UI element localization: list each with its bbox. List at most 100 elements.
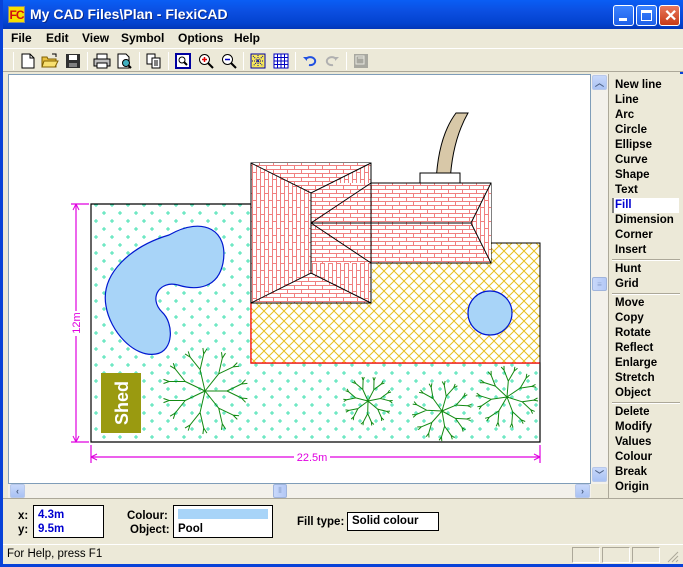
command-delete[interactable]: Delete (614, 405, 681, 420)
command-circle[interactable]: Circle (614, 123, 681, 138)
command-separator (612, 402, 680, 404)
menu-options[interactable]: Options (178, 31, 223, 45)
title-bar[interactable]: FC My CAD Files\Plan - FlexiCAD ✕ (3, 0, 683, 29)
menu-view[interactable]: View (82, 31, 109, 45)
object-value: Pool (178, 523, 203, 535)
undo-icon (303, 56, 317, 67)
scroll-right-button[interactable]: › (575, 484, 590, 498)
command-origin[interactable]: Origin (614, 480, 681, 495)
command-curve[interactable]: Curve (614, 153, 681, 168)
toolbar-separator (13, 52, 14, 70)
vertical-scroll-thumb[interactable]: ≡ (592, 277, 607, 291)
print-button[interactable] (93, 52, 111, 70)
zoom-window-button[interactable] (174, 52, 192, 70)
status-panel (632, 547, 660, 563)
scroll-left-button[interactable]: ‹ (10, 484, 25, 498)
object-box: Pool (173, 505, 273, 538)
fill-type-label: Fill type: (297, 516, 345, 528)
status-help-text: For Help, press F1 (7, 548, 103, 560)
dimension-vertical[interactable]: 12m (71, 203, 89, 443)
command-colour[interactable]: Colour (614, 450, 681, 465)
path-step[interactable] (419, 172, 461, 185)
dimension-horizontal[interactable]: 22.5m (90, 445, 541, 464)
colour-swatch[interactable] (178, 509, 268, 519)
command-fill[interactable]: Fill (612, 198, 679, 213)
fill-type-box[interactable]: Solid colour (347, 512, 439, 531)
app-icon[interactable]: FC (8, 6, 25, 23)
vertical-scrollbar[interactable]: ︿ ≡ ﹀ (591, 74, 608, 484)
save-button[interactable] (64, 52, 82, 70)
command-grid[interactable]: Grid (614, 277, 681, 292)
coordinates-box: 4.3m 9.5m (33, 505, 104, 538)
command-ellipse[interactable]: Ellipse (614, 138, 681, 153)
command-copy[interactable]: Copy (614, 311, 681, 326)
menu-symbol[interactable]: Symbol (121, 31, 164, 45)
redo-button[interactable] (323, 52, 341, 70)
menu-help[interactable]: Help (234, 31, 260, 45)
printer-icon (93, 53, 111, 69)
close-button[interactable]: ✕ (659, 5, 680, 26)
status-panel (602, 547, 630, 563)
minimize-icon (619, 18, 627, 21)
colour-label: Colour: (127, 510, 168, 522)
zoom-out-icon (222, 54, 237, 69)
fill-type-value: Solid colour (352, 515, 419, 527)
zoom-out-button[interactable] (220, 52, 238, 70)
copy-button[interactable] (145, 52, 163, 70)
command-reflect[interactable]: Reflect (614, 341, 681, 356)
command-rotate[interactable]: Rotate (614, 326, 681, 341)
command-values[interactable]: Values (614, 435, 681, 450)
command-new-line[interactable]: New line (614, 78, 681, 93)
command-line[interactable]: Line (614, 93, 681, 108)
toolbar-separator (295, 52, 296, 70)
command-move[interactable]: Move (614, 296, 681, 311)
print-preview-icon (117, 53, 132, 69)
command-object[interactable]: Object (614, 386, 681, 401)
command-enlarge[interactable]: Enlarge (614, 356, 681, 371)
command-insert[interactable]: Insert (614, 243, 681, 258)
scroll-down-button[interactable]: ﹀ (592, 467, 607, 482)
open-button[interactable] (41, 52, 59, 70)
command-stretch[interactable]: Stretch (614, 371, 681, 386)
x-label: x: (18, 510, 29, 522)
resize-grip-icon[interactable] (667, 551, 679, 563)
copy-icon (146, 53, 161, 69)
close-icon: ✕ (664, 8, 678, 25)
zoom-in-button[interactable] (197, 52, 215, 70)
command-dimension[interactable]: Dimension (614, 213, 681, 228)
command-hunt[interactable]: Hunt (614, 262, 681, 277)
save-icon (66, 54, 80, 68)
zoom-in-icon (199, 54, 214, 69)
command-text[interactable]: Text (614, 183, 681, 198)
layers-icon (354, 54, 368, 68)
print-preview-button[interactable] (116, 52, 134, 70)
command-break[interactable]: Break (614, 465, 681, 480)
command-panel: New line Line Arc Circle Ellipse Curve Shape Te… (608, 74, 683, 498)
layers-button[interactable] (352, 52, 370, 70)
toolbar-separator (139, 52, 140, 70)
snap-button[interactable] (249, 52, 267, 70)
command-arc[interactable]: Arc (614, 108, 681, 123)
scroll-up-button[interactable]: ︿ (592, 75, 607, 90)
drawing-canvas[interactable]: Shed 12m 22.5m (8, 74, 591, 484)
garden-plan[interactable]: Shed 12m 22.5m (9, 75, 592, 485)
horizontal-scrollbar[interactable]: ‹ ⦀ › (8, 484, 591, 498)
menu-file[interactable]: File (11, 31, 32, 45)
toolbar-separator (243, 52, 244, 70)
minimize-button[interactable] (613, 5, 634, 26)
command-modify[interactable]: Modify (614, 420, 681, 435)
toolbar-separator (168, 52, 169, 70)
new-file-button[interactable] (19, 52, 37, 70)
menu-edit[interactable]: Edit (46, 31, 69, 45)
command-separator (612, 259, 680, 261)
command-corner[interactable]: Corner (614, 228, 681, 243)
command-shape[interactable]: Shape (614, 168, 681, 183)
chevron-down-icon: ﹀ (594, 470, 604, 480)
toolbar-separator (346, 52, 347, 70)
undo-button[interactable] (301, 52, 319, 70)
horizontal-scroll-thumb[interactable]: ⦀ (273, 484, 287, 498)
pool-round[interactable] (467, 290, 513, 336)
x-value: 4.3m (38, 509, 65, 521)
grid-button[interactable] (272, 52, 290, 70)
maximize-button[interactable] (636, 5, 657, 26)
